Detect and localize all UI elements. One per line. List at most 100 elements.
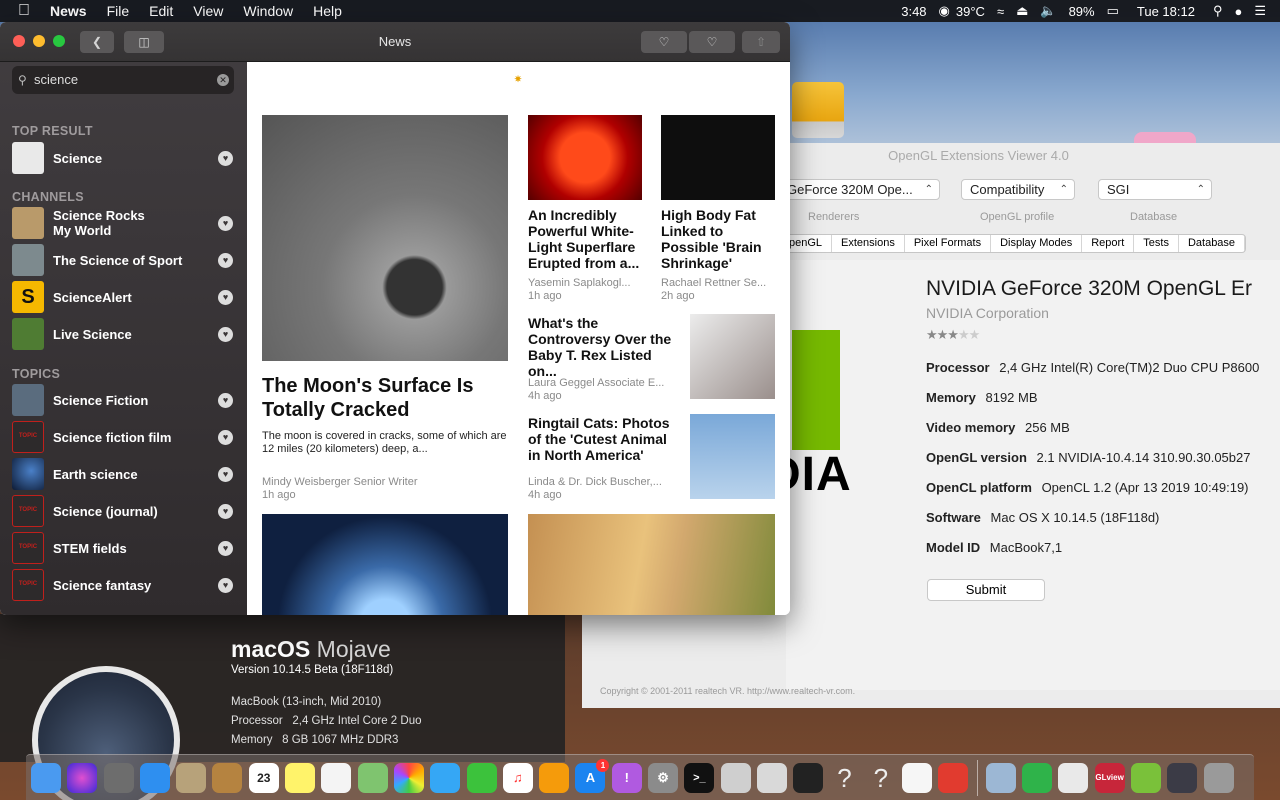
article-headline[interactable]: The Moon's Surface Is Totally Cracked (262, 374, 502, 422)
photos-icon[interactable] (393, 762, 424, 793)
glview-icon[interactable]: GLview (1094, 762, 1125, 793)
notification-center-icon[interactable]: ☰ (1248, 3, 1280, 19)
activity-monitor-icon[interactable] (793, 762, 824, 793)
battery-percent[interactable]: 89% (1063, 4, 1101, 19)
clock[interactable]: Tue 18:12 (1125, 4, 1207, 19)
siri-icon[interactable]: ● (1228, 4, 1248, 19)
sidebar-item-sciencealert[interactable]: S ScienceAlert ♥ (12, 281, 237, 313)
maps-icon[interactable] (357, 762, 388, 793)
love-button[interactable]: ♡ (641, 31, 687, 53)
mail-stamp-icon[interactable] (176, 762, 207, 793)
dog-image[interactable] (528, 514, 775, 615)
app-icon[interactable] (1167, 762, 1198, 793)
search-input[interactable]: science (34, 72, 78, 87)
volume-icon[interactable]: 🔈 (1034, 3, 1062, 19)
safari-icon[interactable] (139, 762, 170, 793)
renderer-popup[interactable]: GeForce 320M Ope... (782, 179, 940, 200)
tab-report[interactable]: Report (1082, 235, 1135, 252)
notes-icon[interactable] (285, 762, 316, 793)
messages-icon[interactable] (430, 762, 461, 793)
unknown-app-icon[interactable]: ? (866, 763, 896, 793)
menu-file[interactable]: File (97, 0, 140, 22)
moon-image[interactable] (262, 115, 508, 361)
sidebar-item-earth-science[interactable]: Earth science ♥ (12, 458, 237, 490)
heart-icon[interactable]: ♥ (218, 253, 233, 268)
heart-icon[interactable]: ♥ (218, 393, 233, 408)
trash-icon[interactable] (1203, 762, 1234, 793)
article-headline[interactable]: High Body Fat Linked to Possible 'Brain … (661, 207, 776, 271)
contacts-icon[interactable] (212, 762, 243, 793)
article-headline[interactable]: What's the Controversy Over the Baby T. … (528, 315, 676, 379)
share-button[interactable]: ⇧ (742, 31, 780, 53)
eject-icon[interactable]: ⏏ (1010, 3, 1034, 19)
article-headline[interactable]: An Incredibly Powerful White-Light Super… (528, 207, 643, 271)
dislike-button[interactable]: ♡ (689, 31, 735, 53)
t-rex-skull-image[interactable] (690, 314, 775, 399)
sidebar-toggle-button[interactable]: ◫ (124, 31, 164, 53)
article-headline[interactable]: Ringtail Cats: Photos of the 'Cutest Ani… (528, 415, 676, 463)
battery-icon[interactable]: ▭ (1101, 3, 1125, 19)
tab-opengl[interactable]: penGL (783, 235, 833, 252)
heart-icon[interactable]: ♥ (218, 504, 233, 519)
tab-database[interactable]: Database (1179, 235, 1246, 252)
tab-tests[interactable]: Tests (1134, 235, 1179, 252)
sidebar-item-science-fiction[interactable]: Science Fiction ♥ (12, 384, 237, 416)
system-preferences-icon[interactable]: ⚙ (648, 762, 679, 793)
menu-edit[interactable]: Edit (139, 0, 183, 22)
reminders-icon[interactable] (321, 762, 352, 793)
document-icon[interactable] (1058, 762, 1089, 793)
database-popup[interactable]: SGI (1098, 179, 1212, 200)
heart-icon[interactable]: ♥ (218, 151, 233, 166)
heart-icon[interactable]: ♥ (218, 467, 233, 482)
sidebar-item-live-science[interactable]: Live Science ♥ (12, 318, 237, 350)
tab-extensions[interactable]: Extensions (832, 235, 905, 252)
heart-icon[interactable]: ♥ (218, 578, 233, 593)
terminal-icon[interactable]: >_ (684, 762, 715, 793)
facetime-icon[interactable] (466, 762, 497, 793)
sidebar-item-science-journal[interactable]: TOPIC Science (journal) ♥ (12, 495, 237, 527)
clear-search-icon[interactable]: ✕ (217, 74, 229, 86)
app-store-icon[interactable]: A1 (575, 758, 610, 793)
back-button[interactable]: ❮ (80, 31, 114, 53)
disk-utility-icon[interactable] (720, 762, 751, 793)
tab-pixel-formats[interactable]: Pixel Formats (905, 235, 992, 252)
wifi-icon[interactable]: ≈ (991, 4, 1010, 19)
sun-flare-image[interactable] (528, 115, 642, 200)
status-time-small[interactable]: 3:48 (895, 4, 932, 19)
brain-scan-image[interactable] (661, 115, 775, 200)
unknown-app-icon[interactable]: ? (830, 763, 860, 793)
menu-view[interactable]: View (183, 0, 233, 22)
heart-icon[interactable]: ♥ (218, 327, 233, 342)
temperature-icon[interactable]: ◉ (933, 3, 956, 19)
heart-icon[interactable]: ♥ (218, 430, 233, 445)
apple-menu-icon[interactable]:  (0, 0, 40, 22)
sidebar-item-science-fiction-film[interactable]: TOPIC Science fiction film ♥ (12, 421, 237, 453)
menu-app-name[interactable]: News (40, 0, 97, 22)
search-field[interactable]: ⚲ science ✕ (12, 66, 234, 94)
textedit-icon[interactable] (902, 762, 933, 793)
books-icon[interactable] (539, 762, 570, 793)
sidebar-item-science-rocks[interactable]: Science Rocks My World ♥ (12, 207, 237, 239)
news-icon[interactable] (938, 762, 969, 793)
heart-icon[interactable]: ♥ (218, 216, 233, 231)
battery-app-icon[interactable] (1022, 762, 1053, 793)
sidebar-item-stem-fields[interactable]: TOPIC STEM fields ♥ (12, 532, 237, 564)
tab-display-modes[interactable]: Display Modes (991, 235, 1083, 252)
sidebar-item-science[interactable]: Science ♥ (12, 142, 237, 174)
finder-icon[interactable] (31, 762, 61, 793)
parrot-app-icon[interactable] (1130, 762, 1161, 793)
ringtail-cat-image[interactable] (690, 414, 775, 499)
heart-icon[interactable]: ♥ (218, 541, 233, 556)
preview-icon[interactable] (985, 762, 1016, 793)
space-station-image[interactable] (262, 514, 508, 615)
spotlight-icon[interactable]: ⚲ (1207, 3, 1229, 19)
launchpad-icon[interactable] (103, 762, 134, 793)
submit-button[interactable]: Submit (927, 579, 1045, 601)
menu-help[interactable]: Help (303, 0, 352, 22)
heart-icon[interactable]: ♥ (218, 290, 233, 305)
menu-window[interactable]: Window (233, 0, 303, 22)
feedback-icon[interactable]: ! (611, 762, 642, 793)
sidebar-item-science-fantasy[interactable]: TOPIC Science fantasy ♥ (12, 569, 237, 601)
profile-popup[interactable]: Compatibility (961, 179, 1075, 200)
itunes-icon[interactable]: ♫ (502, 762, 533, 793)
